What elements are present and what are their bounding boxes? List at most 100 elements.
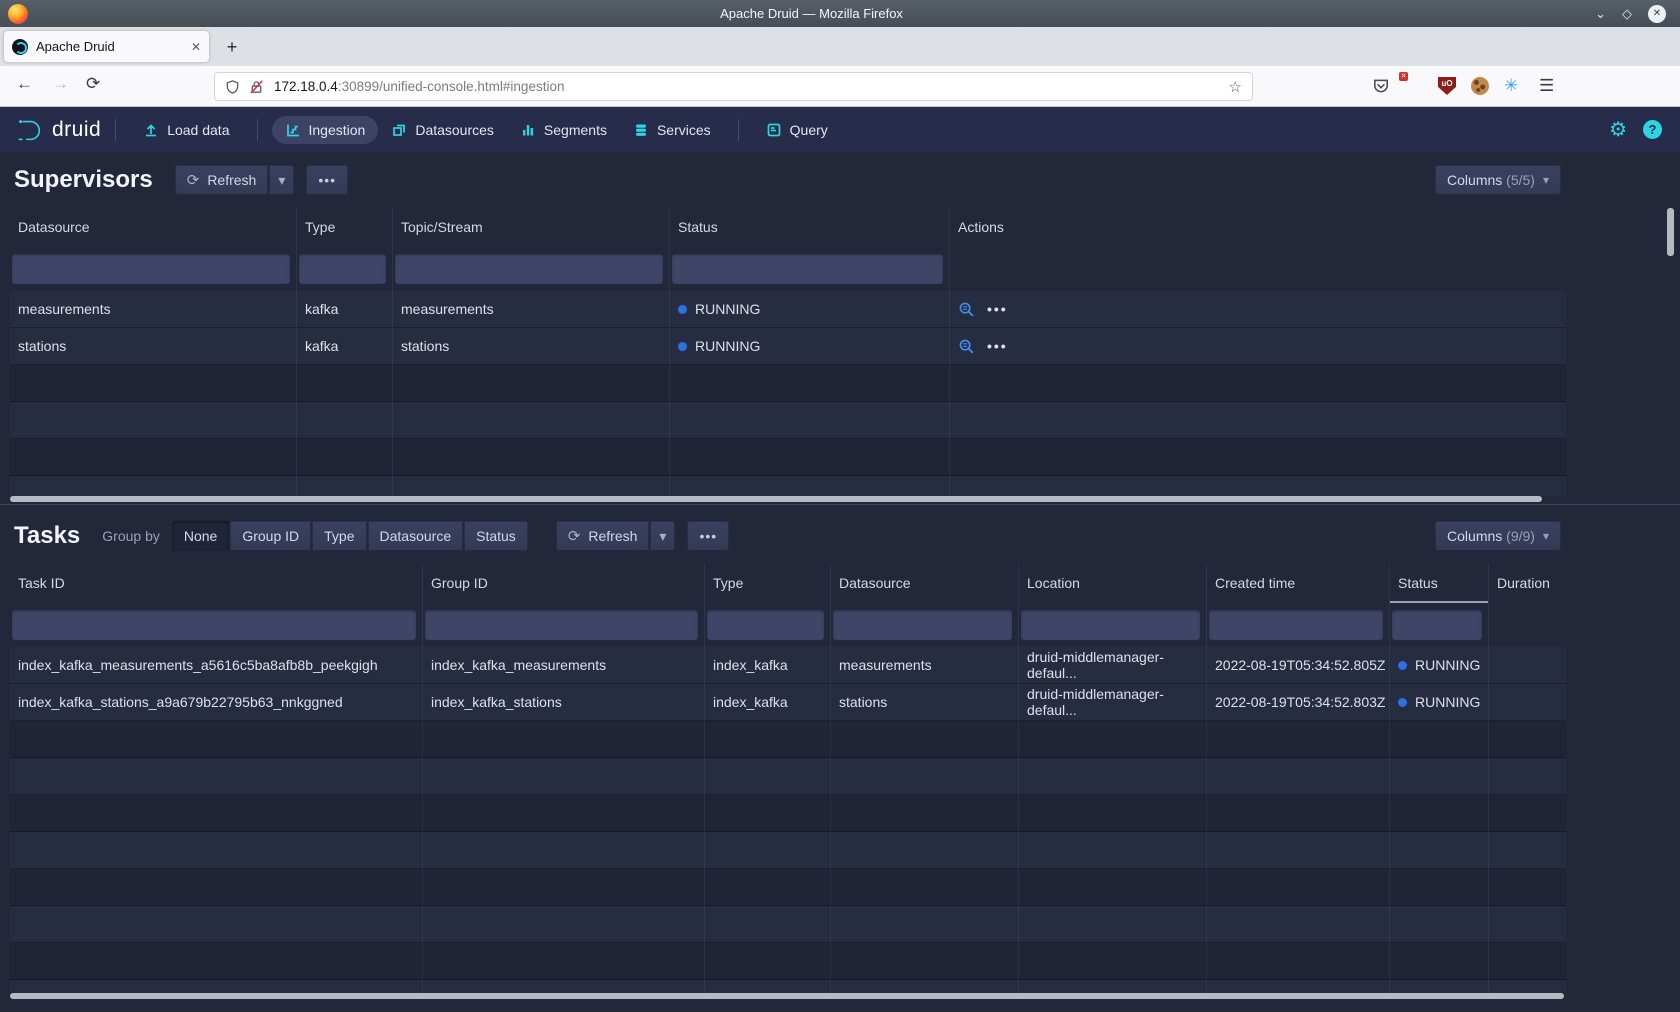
- nav-item-label: Datasources: [415, 122, 494, 138]
- table-row[interactable]: index_kafka_measurements_a5616c5ba8afb8b…: [10, 647, 1566, 684]
- back-icon[interactable]: ←: [16, 74, 33, 94]
- filter-task-id-input[interactable]: [12, 610, 416, 640]
- column-header-status-sorted[interactable]: Status: [1390, 563, 1489, 603]
- group-by-none-button[interactable]: None: [172, 521, 229, 551]
- nav-item-segments[interactable]: Segments: [507, 116, 620, 144]
- menu-hamburger-icon[interactable]: ☰: [1539, 77, 1557, 95]
- status-dot: [678, 342, 687, 351]
- supervisors-refresh-button[interactable]: ⟳ Refresh: [175, 165, 269, 195]
- column-header-duration[interactable]: Duration: [1489, 563, 1566, 603]
- minimize-button[interactable]: ⌄: [1595, 6, 1606, 22]
- table-row-empty: [10, 869, 1566, 906]
- filter-created-time-input[interactable]: [1209, 610, 1383, 640]
- tasks-columns-button[interactable]: Columns (9/9) ▾: [1435, 521, 1561, 551]
- group-by-type-button[interactable]: Type: [312, 521, 366, 551]
- tasks-table-header: Task ID Group ID Type Datasource Locatio…: [10, 563, 1566, 603]
- column-header-group-id[interactable]: Group ID: [423, 563, 705, 603]
- refresh-icon: ⟳: [568, 527, 581, 545]
- tasks-more-button[interactable]: •••: [687, 521, 729, 551]
- reload-icon[interactable]: ⟳: [86, 74, 100, 94]
- section-divider: [0, 504, 1680, 505]
- brand-name: druid: [52, 118, 101, 142]
- column-header-type[interactable]: Type: [705, 563, 831, 603]
- tab-bar: Apache Druid ✕ +: [0, 27, 1680, 66]
- filter-status-input[interactable]: [1392, 610, 1482, 640]
- cookie-extension-icon[interactable]: [1471, 77, 1489, 95]
- supervisors-more-button[interactable]: •••: [306, 165, 348, 195]
- group-by-group-id-button[interactable]: Group ID: [230, 521, 311, 551]
- column-header-task-id[interactable]: Task ID: [10, 563, 423, 603]
- tasks-horizontal-scrollbar[interactable]: [10, 993, 1564, 999]
- group-by-label: Group by: [102, 528, 160, 544]
- divider: [115, 119, 116, 141]
- column-header-created-time[interactable]: Created time: [1207, 563, 1390, 603]
- tasks-table-body: index_kafka_measurements_a5616c5ba8afb8b…: [10, 647, 1566, 993]
- nav-item-load-data[interactable]: Load data: [130, 116, 242, 144]
- nav-item-label: Services: [657, 122, 711, 138]
- table-row[interactable]: measurements kafka measurements RUNNING …: [10, 291, 1566, 328]
- tab-close-icon[interactable]: ✕: [191, 40, 201, 54]
- nav-item-datasources[interactable]: Datasources: [378, 116, 507, 144]
- column-header-datasource[interactable]: Datasource: [10, 207, 297, 247]
- url-bar[interactable]: 172.18.0.4:30899/unified-console.html#in…: [214, 72, 1253, 101]
- row-more-icon[interactable]: •••: [987, 338, 1008, 354]
- pocket-icon[interactable]: [1372, 77, 1390, 95]
- filter-datasource-input[interactable]: [833, 610, 1012, 640]
- cell-status: RUNNING: [1390, 684, 1489, 721]
- druid-logo[interactable]: druid: [14, 115, 101, 145]
- supervisors-refresh-caret-button[interactable]: ▾: [269, 165, 294, 195]
- cell-status: RUNNING: [1390, 647, 1489, 684]
- filter-datasource-input[interactable]: [12, 254, 290, 284]
- table-row-empty: [10, 365, 1566, 402]
- cell-topic: measurements: [393, 291, 670, 328]
- refresh-label: Refresh: [207, 172, 256, 188]
- table-row-empty: [10, 476, 1566, 496]
- settings-gear-icon[interactable]: ⚙: [1609, 117, 1627, 142]
- close-button[interactable]: ✕: [1648, 5, 1666, 23]
- filter-status-input[interactable]: [672, 254, 943, 284]
- preview-magnifier-icon[interactable]: [958, 301, 975, 318]
- column-header-topic-stream[interactable]: Topic/Stream: [393, 207, 670, 247]
- nav-item-query[interactable]: Query: [753, 116, 841, 144]
- supervisors-horizontal-scrollbar[interactable]: [10, 496, 1542, 502]
- supervisors-columns-button[interactable]: Columns (5/5) ▾: [1435, 165, 1561, 195]
- filter-type-input[interactable]: [299, 254, 386, 284]
- supervisors-table-header: Datasource Type Topic/Stream Status Acti…: [10, 207, 1566, 247]
- status-label: RUNNING: [695, 338, 760, 354]
- preview-magnifier-icon[interactable]: [958, 338, 975, 355]
- table-row-empty: [10, 906, 1566, 943]
- table-row[interactable]: index_kafka_stations_a9a679b22795b63_nnk…: [10, 684, 1566, 721]
- forward-icon[interactable]: →: [52, 74, 69, 94]
- filter-type-input[interactable]: [707, 610, 824, 640]
- row-more-icon[interactable]: •••: [987, 301, 1008, 317]
- group-by-datasource-button[interactable]: Datasource: [368, 521, 464, 551]
- browser-tab[interactable]: Apache Druid ✕: [4, 31, 209, 62]
- column-header-status[interactable]: Status: [670, 207, 950, 247]
- maximize-button[interactable]: ◇: [1622, 6, 1632, 22]
- group-by-status-button[interactable]: Status: [464, 521, 528, 551]
- tracking-shield-icon[interactable]: [225, 79, 240, 95]
- nav-item-ingestion[interactable]: Ingestion: [272, 116, 379, 144]
- column-header-datasource[interactable]: Datasource: [831, 563, 1019, 603]
- window-titlebar: Apache Druid — Mozilla Firefox ⌄ ◇ ✕: [0, 0, 1680, 27]
- ublock-origin-icon[interactable]: uO: [1438, 77, 1456, 95]
- nav-item-services[interactable]: Services: [620, 116, 724, 144]
- supervisors-vertical-scrollbar[interactable]: [1667, 208, 1674, 256]
- status-label: RUNNING: [1415, 657, 1480, 673]
- new-tab-button[interactable]: +: [220, 35, 244, 59]
- table-row[interactable]: stations kafka stations RUNNING •••: [10, 328, 1566, 365]
- insecure-lock-icon[interactable]: [249, 79, 264, 95]
- tasks-refresh-caret-button[interactable]: ▾: [650, 521, 675, 551]
- tasks-filter-row: [10, 603, 1566, 647]
- column-header-type[interactable]: Type: [297, 207, 393, 247]
- tasks-refresh-button[interactable]: ⟳ Refresh: [556, 521, 650, 551]
- chevron-down-icon: ▾: [1543, 173, 1549, 187]
- filter-location-input[interactable]: [1021, 610, 1200, 640]
- filter-group-id-input[interactable]: [425, 610, 698, 640]
- tasks-title: Tasks: [14, 522, 80, 550]
- column-header-location[interactable]: Location: [1019, 563, 1207, 603]
- filter-topic-input[interactable]: [395, 254, 663, 284]
- help-icon[interactable]: ?: [1643, 120, 1662, 139]
- bookmark-star-icon[interactable]: ☆: [1229, 78, 1242, 96]
- extension-asterisk-icon[interactable]: ✳: [1504, 77, 1522, 95]
